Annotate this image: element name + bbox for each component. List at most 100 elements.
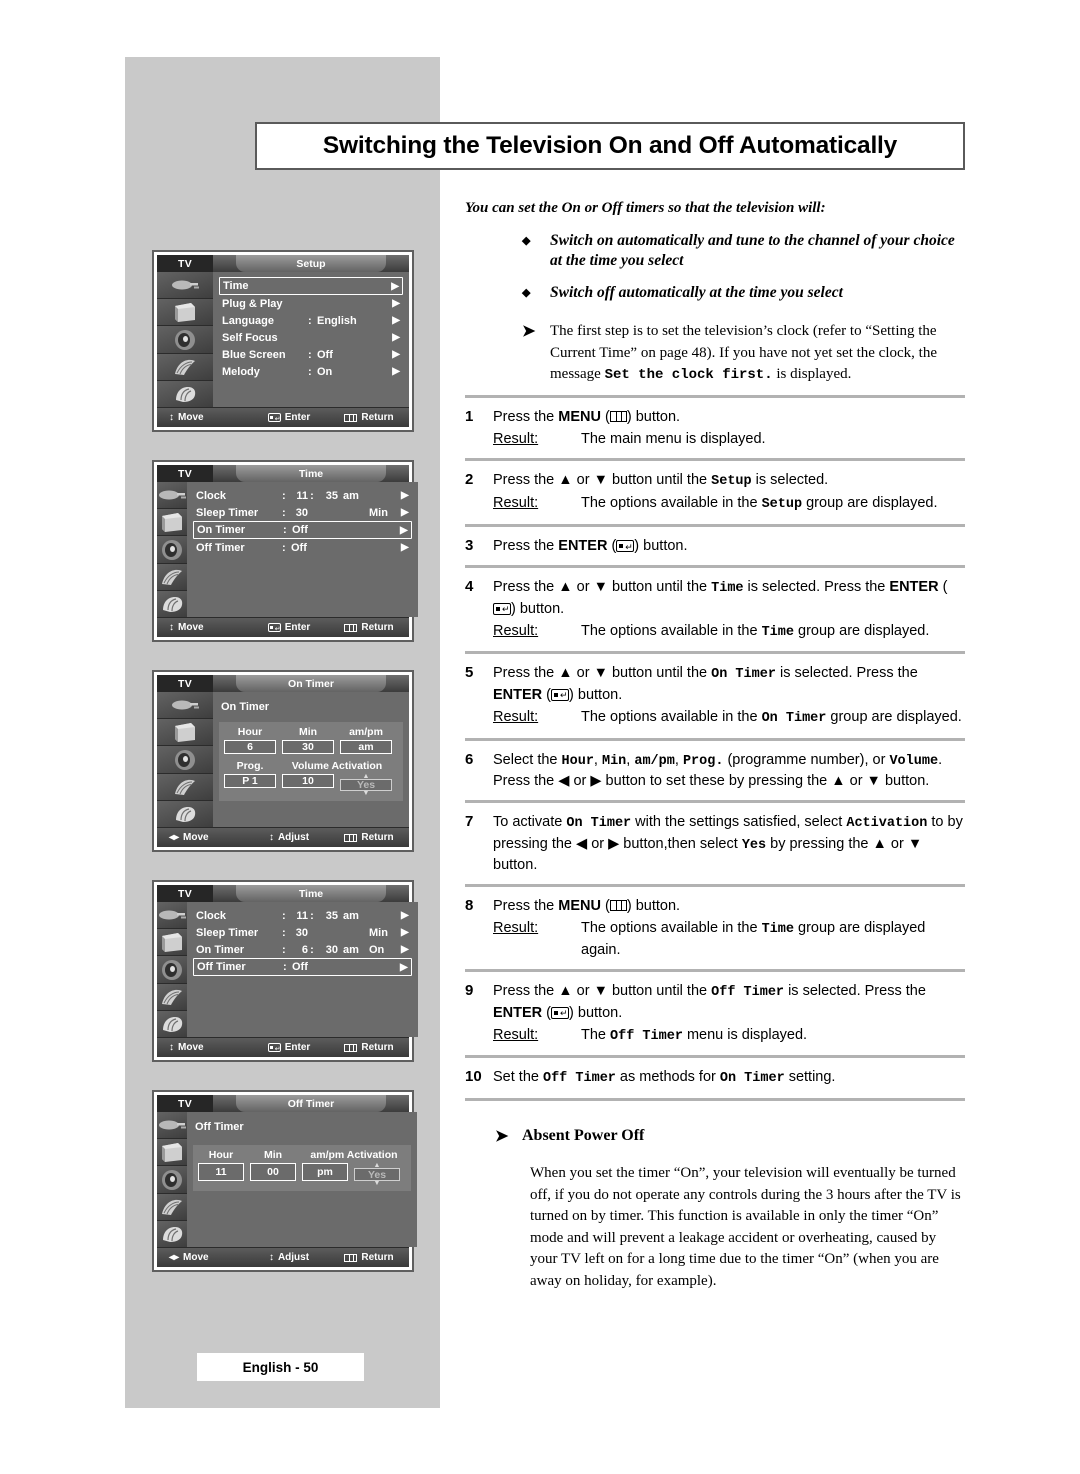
value-code: Yes <box>741 837 767 853</box>
field-min[interactable]: 00 <box>250 1163 296 1181</box>
diamond-bullet-icon: ◆ <box>522 286 531 299</box>
menu-name-code: On Timer <box>566 816 632 832</box>
menu-item-on-timer[interactable]: On Timer : Off ▶ <box>193 521 412 539</box>
setup-hand-icon[interactable] <box>157 800 213 828</box>
hint-return: Return <box>329 1252 409 1263</box>
hint-enter: ↵ Enter <box>249 622 329 633</box>
step-body: Press the ▲ or ▼ button until the Off Ti… <box>493 983 926 1044</box>
osd-footer-hints: ↕ Move ↵ Enter Return <box>157 407 409 427</box>
osd-tab-title: Off Timer <box>236 1095 386 1112</box>
menu-item-hour: 11 <box>296 489 308 502</box>
list-item: ◆ Switch off automatically at the time yo… <box>465 283 965 303</box>
picture-tv-icon[interactable] <box>157 719 213 747</box>
field-activation-spinner[interactable]: ▲ Yes ▼ <box>340 773 392 797</box>
arrowhead-icon: ➤ <box>522 323 536 341</box>
menu-icon <box>344 1043 358 1052</box>
osd-header: TV Setup <box>157 255 409 272</box>
hint-return: Return <box>329 622 409 633</box>
absent-power-off-body: When you set the timer “On”, your televi… <box>530 1164 961 1289</box>
channel-fan-icon[interactable] <box>157 353 213 381</box>
osd-tab-title: On Timer <box>236 675 386 692</box>
osd-footer-hints: ◂▸ Move ↕ Adjust Return <box>157 1247 409 1267</box>
field-ampm[interactable]: pm <box>302 1163 348 1181</box>
setup-hand-icon[interactable] <box>157 1010 187 1038</box>
menu-item-plug-play[interactable]: Plug & Play ▶ <box>219 295 403 312</box>
menu-item-self-focus[interactable]: Self Focus ▶ <box>219 329 403 346</box>
menu-item-off-timer[interactable]: Off Timer : Off ▶ <box>193 958 412 976</box>
menu-item-ampm: am <box>343 489 359 502</box>
chevron-right-icon: ▶ <box>392 332 400 343</box>
osd-timer-form: On Timer Hour Min am/pm 6 30 am Prog. Vo <box>213 692 409 827</box>
antenna-icon[interactable] <box>157 1112 187 1140</box>
menu-item-min: 35 <box>325 489 338 502</box>
chevron-right-icon: ▶ <box>392 315 400 326</box>
setup-hand-icon[interactable] <box>157 380 213 408</box>
menu-item-sleep-timer[interactable]: Sleep Timer : 30 Min ▶ <box>193 504 412 521</box>
menu-item-language[interactable]: Language : English ▶ <box>219 312 403 329</box>
sound-speaker-icon[interactable] <box>157 956 187 984</box>
menu-item-off-timer[interactable]: Off Timer : Off ▶ <box>193 539 412 556</box>
hint-enter: ↵ Enter <box>249 412 329 423</box>
absent-power-off-heading: Absent Power Off <box>522 1126 645 1144</box>
menu-item-sleep-timer[interactable]: Sleep Timer : 30 Min ▶ <box>193 924 412 941</box>
field-name-code: Volume <box>889 753 939 769</box>
col-header-prog: Prog. <box>236 760 264 772</box>
menu-item-ampm: am <box>343 909 359 922</box>
antenna-icon[interactable] <box>157 482 187 510</box>
menu-item-blue-screen[interactable]: Blue Screen : Off ▶ <box>219 346 403 363</box>
sound-speaker-icon[interactable] <box>157 326 213 354</box>
osd-panel-setup: TV Setup Time ▶ Plug & Play ▶ Language:… <box>152 250 414 432</box>
col-header-volume-activation: Volume Activation <box>291 760 383 772</box>
field-ampm[interactable]: am <box>340 740 392 754</box>
menu-item-value: 30 <box>295 506 308 519</box>
picture-tv-icon[interactable] <box>157 509 187 537</box>
field-activation-spinner[interactable]: ▲ Yes ▼ <box>354 1162 400 1187</box>
setup-hand-icon[interactable] <box>157 590 187 618</box>
menu-item-clock[interactable]: Clock : 11 : 35 am ▶ <box>193 487 412 504</box>
menu-name-code: On Timer <box>719 1071 785 1087</box>
bullet-text: Switch off automatically at the time you… <box>550 283 843 301</box>
field-name-code: Prog. <box>682 753 724 769</box>
sound-speaker-icon[interactable] <box>157 536 187 564</box>
hint-adjust: ↕ Adjust <box>268 1252 310 1263</box>
field-name-code: Min <box>601 753 627 769</box>
antenna-icon[interactable] <box>157 272 213 300</box>
setup-hand-icon[interactable] <box>157 1220 187 1248</box>
picture-tv-icon[interactable] <box>157 1139 187 1167</box>
picture-tv-icon[interactable] <box>157 929 187 957</box>
field-volume[interactable]: 10 <box>282 774 334 788</box>
sound-speaker-icon[interactable] <box>157 746 213 774</box>
field-prog[interactable]: P 1 <box>224 774 276 788</box>
intro-lead: You can set the On or Off timers so that… <box>465 200 826 216</box>
button-name: ENTER <box>889 579 939 596</box>
antenna-icon[interactable] <box>157 692 213 720</box>
menu-item-unit: Min <box>369 926 388 939</box>
button-name: ENTER <box>558 538 608 555</box>
note-text-post: is displayed. <box>772 365 852 382</box>
picture-tv-icon[interactable] <box>157 299 213 327</box>
off-timer-time-block: Hour Min am/pm Activation 11 00 pm ▲ Yes… <box>193 1145 411 1191</box>
section-title: Off Timer <box>195 1121 244 1133</box>
hint-move: ◂▸ Move <box>169 832 209 843</box>
menu-item-on-timer[interactable]: On Timer : 6 : 30 am On ▶ <box>193 941 412 958</box>
channel-fan-icon[interactable] <box>157 1193 187 1221</box>
menu-item-clock[interactable]: Clock : 11 : 35 am ▶ <box>193 907 412 924</box>
antenna-icon[interactable] <box>157 902 187 930</box>
list-item: ◆ Switch on automatically and tune to the… <box>465 231 965 272</box>
result-label: Result: <box>493 430 539 447</box>
leftright-icon: ◂▸ <box>169 832 180 843</box>
chevron-right-icon: ▶ <box>401 542 409 553</box>
field-activation[interactable]: Yes <box>340 779 392 791</box>
channel-fan-icon[interactable] <box>157 983 187 1011</box>
field-activation[interactable]: Yes <box>354 1168 400 1181</box>
channel-fan-icon[interactable] <box>157 773 213 801</box>
col-header-ampm: am/pm <box>349 726 383 738</box>
menu-item-melody[interactable]: Melody : On ▶ <box>219 363 403 380</box>
field-hour[interactable]: 11 <box>198 1163 244 1181</box>
menu-item-time[interactable]: Time ▶ <box>219 277 403 295</box>
channel-fan-icon[interactable] <box>157 563 187 591</box>
field-hour[interactable]: 6 <box>224 740 276 754</box>
sound-speaker-icon[interactable] <box>157 1166 187 1194</box>
menu-item-value: 30 <box>295 926 308 939</box>
field-min[interactable]: 30 <box>282 740 334 754</box>
